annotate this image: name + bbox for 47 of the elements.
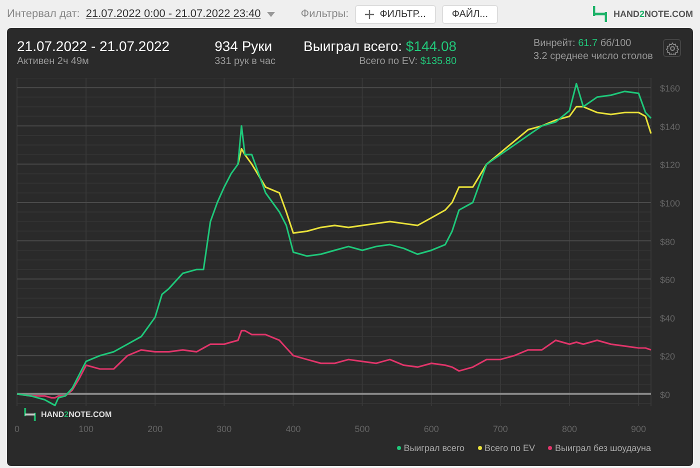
y-axis-label: $0 — [660, 390, 670, 400]
x-axis-label: 600 — [424, 424, 439, 434]
tables-average: 3.2 среднее число столов — [533, 51, 653, 62]
y-axis-label: $140 — [660, 122, 680, 132]
legend-label[interactable]: Выиграл без шоудауна — [555, 443, 651, 453]
won-value: $144.08 — [406, 38, 457, 54]
x-axis-label: 700 — [492, 424, 508, 434]
y-axis-label: $80 — [660, 236, 676, 247]
y-axis-label: $160 — [660, 84, 680, 94]
x-axis-label: 0 — [14, 424, 20, 434]
file-button[interactable]: ФАЙЛ... — [442, 4, 498, 24]
y-axis-label: $100 — [660, 198, 680, 208]
watermark-logo-icon — [24, 408, 36, 421]
y-axis-label: $60 — [660, 275, 676, 286]
y-axis-label: $120 — [660, 160, 680, 170]
winrate-unit: бб/100 — [600, 38, 632, 49]
ev-label: Всего по EV: — [359, 56, 418, 67]
y-axis-label: $40 — [660, 313, 676, 324]
y-axis-label: $20 — [660, 352, 676, 362]
filter-button[interactable]: ФИЛЬТР... — [354, 4, 436, 24]
logo-text: HAND2NOTE.COM — [613, 9, 693, 19]
winrate-label: Винрейт: — [533, 38, 576, 49]
x-axis-label: 100 — [78, 424, 94, 434]
settings-icon — [666, 42, 678, 54]
interval-label: Интервал дат: — [7, 8, 80, 20]
filters-label: Фильтры: — [300, 8, 349, 20]
won-label: Выиграл всего: — [304, 38, 402, 54]
legend-label[interactable]: Всего по EV — [484, 443, 535, 453]
date-range: 21.07.2022 - 21.07.2022 — [17, 38, 170, 54]
settings-button[interactable] — [663, 39, 681, 57]
legend-label[interactable]: Выиграл всего — [404, 443, 465, 453]
x-axis-label: 800 — [562, 424, 578, 434]
x-axis-label: 900 — [631, 424, 646, 434]
winrate-value: 61.7 — [578, 38, 598, 49]
logo-icon — [593, 6, 608, 22]
x-axis-label: 500 — [354, 424, 370, 434]
plus-icon — [364, 10, 374, 18]
caret-icon — [266, 12, 275, 16]
watermark-text: HAND2NOTE.COM — [41, 410, 112, 419]
active-time: Активен 2ч 49м — [17, 56, 90, 67]
x-axis-label: 400 — [286, 424, 301, 434]
date-range-dropdown[interactable]: 21.07.2022 0:00 - 21.07.2022 23:40 — [86, 8, 275, 20]
ev-value: $135.80 — [420, 56, 457, 67]
x-axis-label: 200 — [148, 424, 163, 434]
hands-per-hour: 331 рук в час — [214, 56, 276, 67]
hands-count: 934 Руки — [214, 38, 274, 54]
x-axis-label: 300 — [216, 424, 232, 434]
